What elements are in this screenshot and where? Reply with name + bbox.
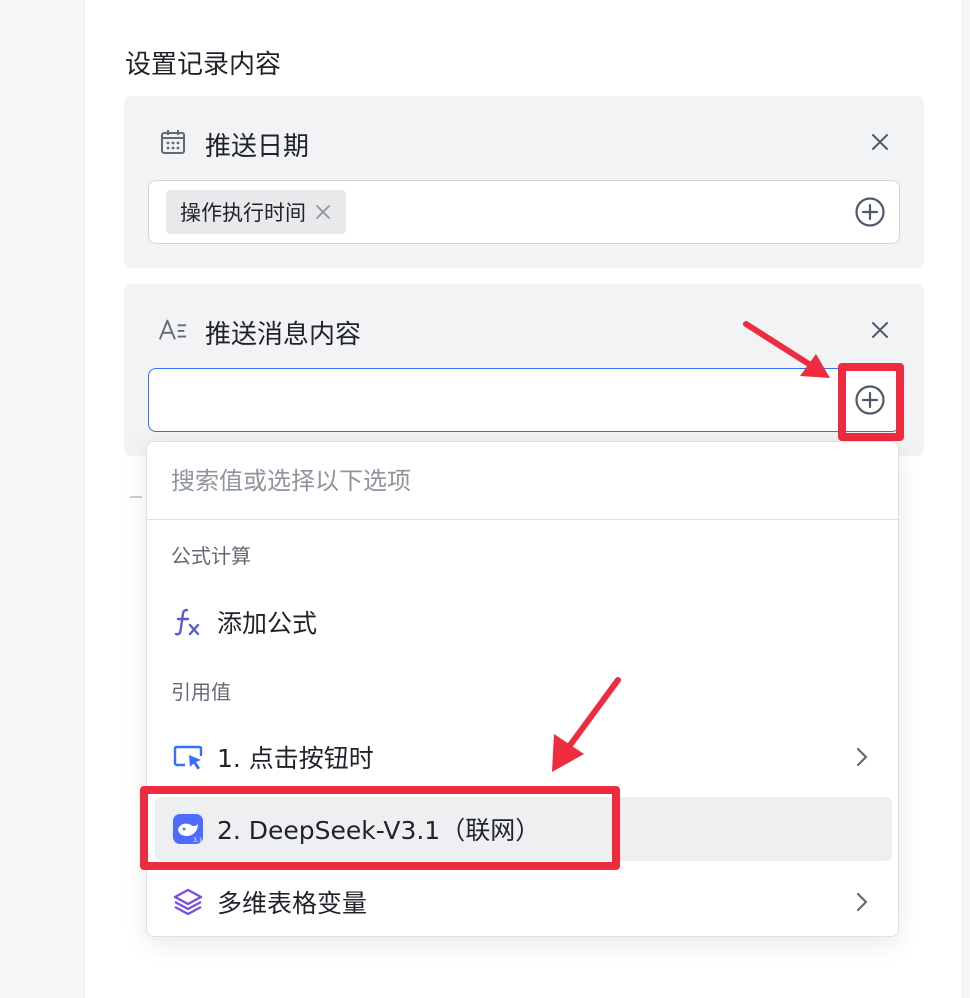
search-input[interactable] bbox=[147, 442, 898, 520]
group-label-reference: 引用值 bbox=[171, 680, 231, 704]
menu-item-label: 添加公式 bbox=[217, 609, 318, 638]
menu-item-add-formula[interactable]: 添加公式 bbox=[155, 590, 892, 654]
menu-item-label: 多维表格变量 bbox=[217, 889, 368, 918]
card-title-push-date: 推送日期 bbox=[205, 132, 310, 162]
add-value-button[interactable] bbox=[853, 195, 887, 229]
calendar-icon bbox=[158, 127, 188, 157]
menu-item-base-variables[interactable]: 多维表格变量 bbox=[155, 870, 892, 934]
right-gutter bbox=[961, 0, 970, 998]
card-title-push-message: 推送消息内容 bbox=[205, 320, 362, 350]
close-icon[interactable] bbox=[866, 316, 894, 344]
section-title: 设置记录内容 bbox=[125, 50, 282, 80]
remove-chip-icon[interactable] bbox=[314, 203, 332, 221]
formula-fx-icon bbox=[171, 605, 205, 639]
chip-label: 操作执行时间 bbox=[180, 201, 306, 225]
annotation-highlight-box bbox=[140, 786, 620, 870]
chevron-right-icon bbox=[850, 745, 874, 769]
annotation-arrow bbox=[552, 677, 621, 772]
group-label-formula: 公式计算 bbox=[171, 544, 251, 568]
layers-icon bbox=[171, 885, 205, 919]
cursor-click-icon bbox=[171, 740, 205, 774]
menu-item-label: 1. 点击按钮时 bbox=[217, 744, 374, 773]
chevron-right-icon bbox=[850, 890, 874, 914]
add-value-button[interactable] bbox=[853, 383, 887, 417]
text-format-icon bbox=[158, 315, 188, 345]
close-icon[interactable] bbox=[866, 128, 894, 156]
divider bbox=[130, 496, 142, 498]
left-gutter bbox=[0, 0, 85, 998]
annotation-arrow bbox=[743, 321, 830, 378]
value-chip: 操作执行时间 bbox=[166, 190, 346, 234]
menu-item-button-click[interactable]: 1. 点击按钮时 bbox=[155, 725, 892, 789]
